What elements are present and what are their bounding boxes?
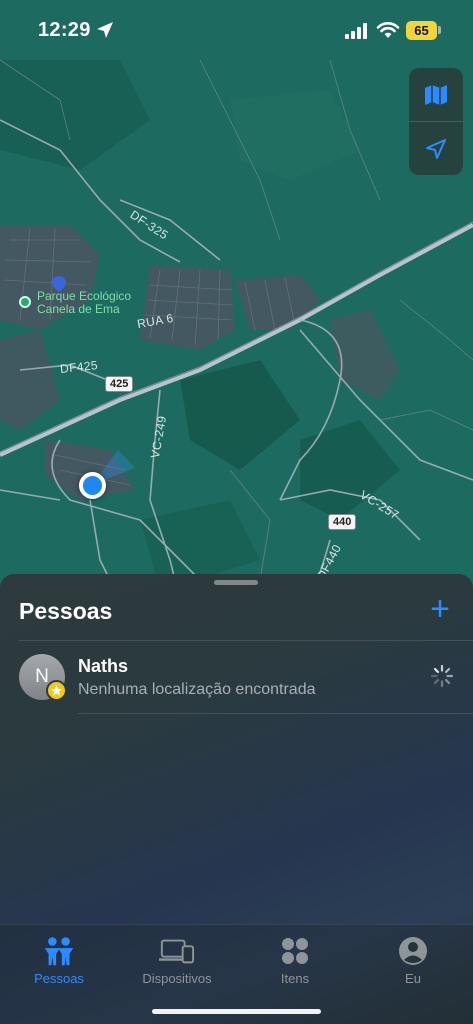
location-arrow-icon	[426, 138, 446, 159]
devices-icon	[159, 935, 195, 967]
recenter-button[interactable]	[409, 122, 463, 175]
park-poi-label[interactable]: Parque Ecológico Canela de Ema	[37, 290, 157, 316]
map-controls	[409, 68, 463, 175]
sheet-divider-top	[19, 640, 473, 641]
road-shield-440: 440	[328, 514, 357, 530]
tab-itens[interactable]: Itens	[236, 931, 354, 991]
map-view[interactable]: DF-325 RUA 6 DF425 VC-249 VC-257 DF440 4…	[0, 0, 473, 600]
map-icon	[425, 84, 447, 105]
tab-label-pessoas: Pessoas	[34, 971, 84, 986]
items-icon	[277, 935, 313, 967]
cellular-signal-icon	[345, 23, 367, 39]
status-time: 12:29	[38, 19, 91, 41]
tab-label-dispositivos: Dispositivos	[142, 971, 212, 986]
sheet-grabber[interactable]	[214, 580, 258, 585]
battery-level: 65	[414, 23, 429, 38]
home-indicator[interactable]	[152, 1009, 321, 1014]
map-style-button[interactable]	[409, 68, 463, 121]
loading-spinner-icon	[430, 664, 454, 688]
park-poi-label-line2: Canela de Ema	[37, 302, 120, 316]
tab-label-eu: Eu	[405, 971, 421, 986]
profile-icon	[395, 935, 431, 967]
road-shield-425: 425	[105, 376, 134, 392]
park-poi-icon[interactable]	[19, 296, 31, 308]
people-icon	[41, 935, 77, 967]
battery-indicator: 65	[406, 21, 437, 40]
location-pin-icon	[52, 276, 66, 292]
list-item[interactable]: N Naths Nenhuma localização encontrada	[0, 642, 473, 714]
tab-label-itens: Itens	[280, 971, 310, 986]
wifi-icon	[376, 22, 400, 38]
location-services-icon	[97, 22, 113, 38]
sheet-title: Pessoas	[19, 598, 113, 624]
battery-nub	[438, 26, 441, 34]
favorite-star-icon	[46, 680, 67, 701]
tab-pessoas[interactable]: Pessoas	[0, 931, 118, 991]
person-row-divider	[78, 713, 473, 714]
add-person-button[interactable]: +	[426, 592, 454, 626]
user-location-dot[interactable]	[79, 472, 106, 499]
person-status: Nenhuma localização encontrada	[78, 681, 316, 698]
tab-eu[interactable]: Eu	[354, 931, 472, 991]
tab-dispositivos[interactable]: Dispositivos	[118, 931, 236, 991]
status-bar: 12:29 65	[0, 0, 473, 56]
person-name: Naths	[78, 656, 129, 676]
